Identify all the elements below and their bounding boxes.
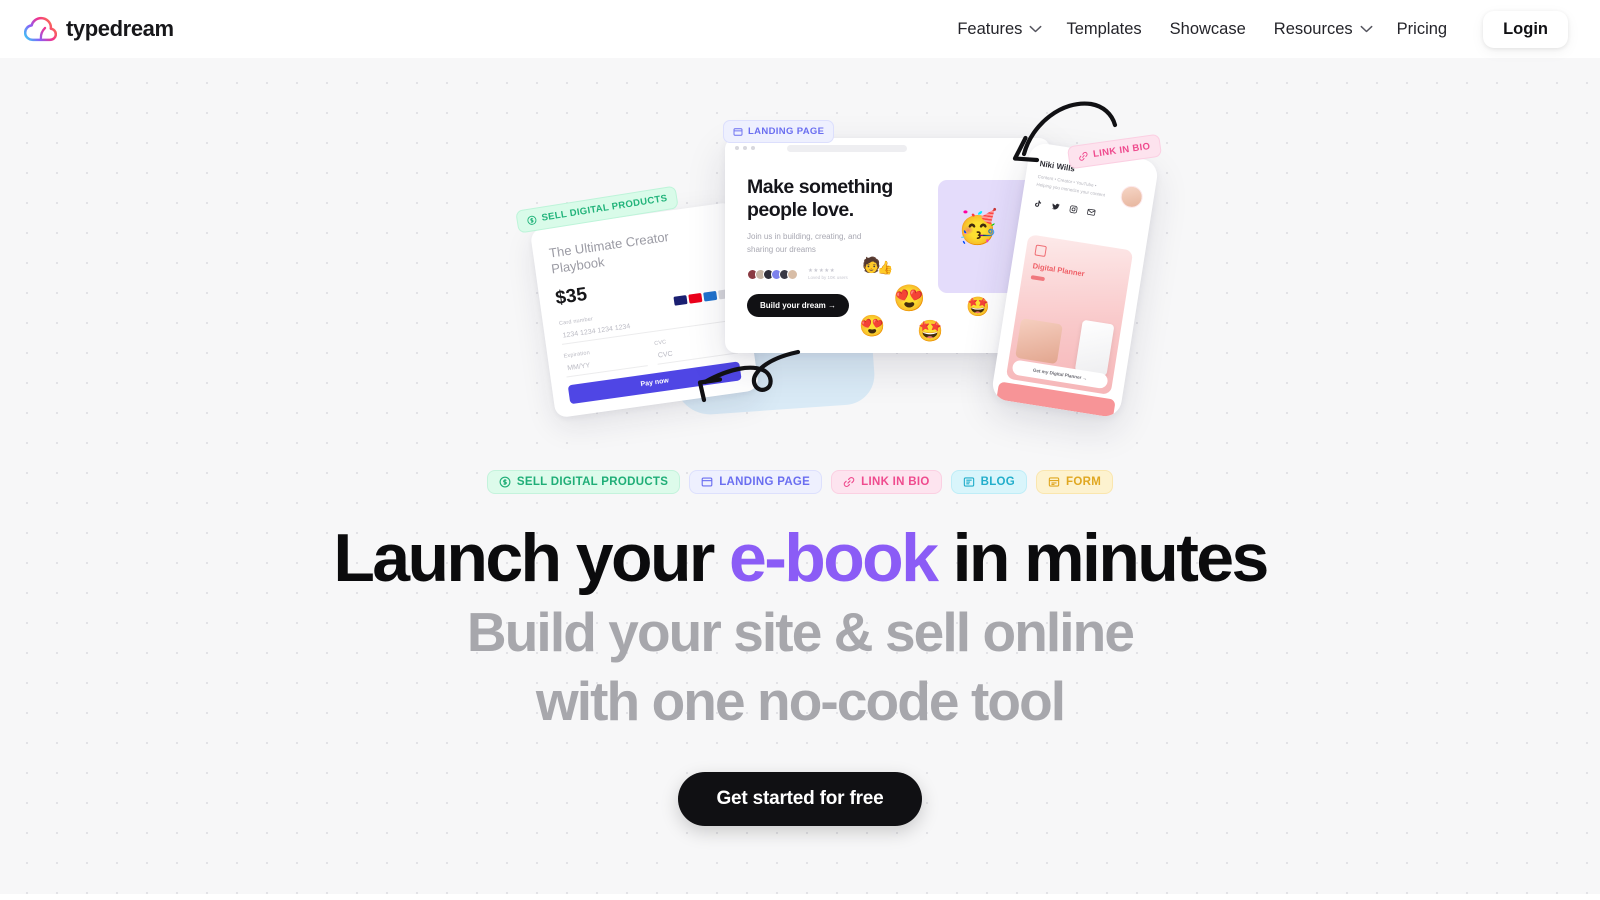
avatar-stack: [747, 268, 798, 280]
login-button[interactable]: Login: [1483, 10, 1568, 48]
digital-planner-card: Digital Planner Get my Digital Planner →: [1005, 234, 1134, 395]
planner-photo: [1015, 318, 1063, 365]
browser-dot: [743, 146, 747, 150]
browser-window-icon: [733, 127, 743, 137]
planner-cover: [1074, 319, 1115, 377]
visa-icon: [673, 295, 688, 306]
nav-item-label: Templates: [1066, 19, 1142, 38]
memoji-heart-eyes-icon: 😍: [893, 283, 926, 313]
build-your-dream-button[interactable]: Build your dream →: [747, 294, 850, 317]
link-icon: [1078, 150, 1089, 161]
pill-label: SELL DIGITAL PRODUCTS: [516, 476, 669, 488]
instagram-icon[interactable]: [1068, 205, 1078, 215]
site-header: typedream Features Templates Showcase Re…: [0, 0, 1600, 58]
browser-dot: [751, 146, 755, 150]
float-tag-landing-page: LANDING PAGE: [723, 120, 835, 143]
pill-form[interactable]: FORM: [1036, 470, 1114, 494]
pill-landing-page[interactable]: LANDING PAGE: [689, 470, 823, 494]
pill-label: BLOG: [980, 476, 1016, 488]
avatar: [787, 268, 798, 280]
rating-text: Loved by 10K users: [808, 275, 848, 280]
headline-accent: e-book: [729, 520, 939, 596]
nav-item-resources[interactable]: Resources: [1260, 12, 1383, 47]
memoji-star-eyes-icon: 🤩: [917, 320, 944, 343]
cta-container: Get started for free: [0, 772, 1600, 826]
category-pills-row: SELL DIGITAL PRODUCTS LANDING PAGE LINK …: [0, 470, 1600, 494]
rating-block: ★★★★★ Loved by 10K users: [808, 268, 848, 280]
nav-item-label: Features: [957, 19, 1023, 38]
email-icon[interactable]: [1086, 207, 1096, 217]
pill-blog[interactable]: BLOG: [950, 470, 1028, 494]
amex-icon: [703, 290, 718, 302]
browser-window-icon: [701, 476, 713, 488]
chevron-down-icon: [1360, 25, 1373, 33]
get-started-button[interactable]: Get started for free: [678, 772, 922, 826]
planner-icon: [1034, 244, 1047, 258]
nav-item-showcase[interactable]: Showcase: [1156, 12, 1260, 47]
mastercard-icon: [688, 292, 703, 304]
chevron-down-icon: [1029, 25, 1042, 33]
planner-title: Digital Planner: [1032, 261, 1086, 279]
link-icon: [843, 476, 855, 488]
mockup-headline: Make something people love.: [747, 176, 893, 221]
main-navigation: Features Templates Showcase Resources Pr…: [943, 10, 1600, 48]
profile-avatar: [1119, 184, 1145, 210]
dollar-circle-icon: [526, 214, 537, 225]
page-title: Launch your e-book in minutes: [0, 520, 1600, 596]
subtitle-line-2: with one no-code tool: [535, 670, 1066, 733]
memoji-heart-eyes-icon: 😍: [859, 315, 886, 338]
landing-page-mockup: Make something people love. Join us in b…: [725, 138, 1050, 353]
nav-item-label: Resources: [1273, 19, 1353, 38]
browser-url-bar: [787, 144, 907, 152]
brand-name: typedream: [66, 16, 174, 41]
subtitle-line-1: Build your site & sell online: [466, 601, 1135, 663]
nav-item-pricing[interactable]: Pricing: [1383, 12, 1461, 47]
headline-part-post: in minutes: [936, 520, 1270, 596]
page-subtitle: Build your site & sell online with one n…: [0, 598, 1600, 737]
nav-item-label: Showcase: [1169, 19, 1246, 38]
article-icon: [963, 476, 975, 488]
float-tag-label: LANDING PAGE: [748, 126, 825, 137]
planner-badge: [1030, 275, 1046, 282]
pill-sell-digital-products[interactable]: SELL DIGITAL PRODUCTS: [486, 470, 681, 494]
nav-item-features[interactable]: Features: [943, 12, 1052, 47]
nav-item-label: Pricing: [1396, 19, 1448, 38]
nav-item-templates[interactable]: Templates: [1052, 12, 1155, 47]
headline-part-pre: Launch your: [333, 520, 730, 596]
mockup-subtext: Join us in building, creating, and shari…: [747, 232, 862, 254]
memoji-star-eyes-icon: 🤩: [966, 297, 990, 318]
dollar-circle-icon: [499, 476, 511, 488]
hero-illustration: The Ultimate Creator Playbook $35 Card n…: [480, 80, 1240, 450]
twitter-icon[interactable]: [1051, 202, 1061, 212]
float-tag-label: LINK IN BIO: [1092, 140, 1152, 160]
pill-label: LANDING PAGE: [719, 476, 811, 488]
brand-logo[interactable]: typedream: [24, 16, 174, 42]
memoji-party-icon: 🥳: [957, 208, 999, 245]
form-icon: [1048, 476, 1060, 488]
pill-link-in-bio[interactable]: LINK IN BIO: [831, 470, 942, 494]
pill-label: LINK IN BIO: [861, 476, 930, 488]
browser-dot: [735, 146, 739, 150]
page-bottom-edge: [0, 894, 1600, 900]
cloud-logo-icon: [24, 16, 57, 42]
rating-stars: ★★★★★: [808, 268, 836, 274]
pill-label: FORM: [1066, 476, 1102, 488]
thumbs-up-icon: 👍: [877, 260, 894, 275]
tiktok-icon[interactable]: [1033, 199, 1043, 209]
